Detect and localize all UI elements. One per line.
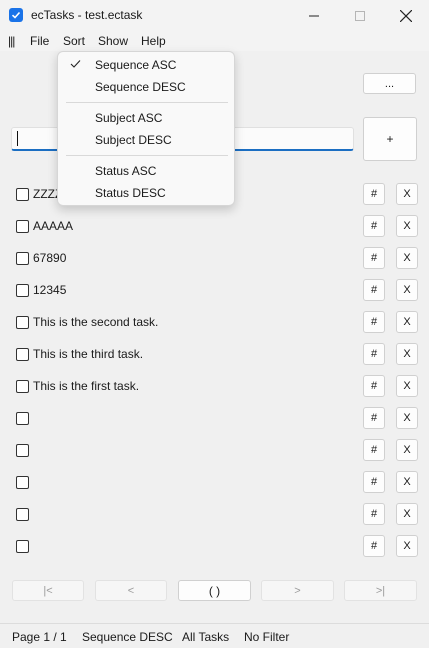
task-row: # X xyxy=(0,403,429,435)
task-number-button[interactable]: # xyxy=(363,215,385,237)
task-checkbox[interactable] xyxy=(16,316,29,329)
task-label[interactable]: AAAAA xyxy=(33,219,73,233)
title-bar: ecTasks - test.ectask xyxy=(0,0,429,31)
task-row: # X xyxy=(0,467,429,499)
menu-item-label: Sequence ASC xyxy=(95,58,177,72)
menu-item-label: Subject ASC xyxy=(95,111,163,125)
sort-menu: Sequence ASC Sequence DESC Subject ASC S… xyxy=(57,51,235,206)
menu-bar: ||| File Sort Show Help xyxy=(0,31,429,51)
task-delete-button[interactable]: X xyxy=(396,279,418,301)
next-page-button[interactable]: > xyxy=(261,580,334,601)
text-caret xyxy=(17,131,18,146)
sort-sequence-asc[interactable]: Sequence ASC xyxy=(58,54,236,76)
menu-item-label: Status DESC xyxy=(95,186,166,200)
task-row: # X xyxy=(0,499,429,531)
status-sort: Sequence DESC xyxy=(82,630,173,644)
sort-sequence-desc[interactable]: Sequence DESC xyxy=(58,76,236,98)
task-checkbox[interactable] xyxy=(16,476,29,489)
checkbox-app-icon xyxy=(9,8,23,22)
task-number-button[interactable]: # xyxy=(363,247,385,269)
task-label[interactable]: 12345 xyxy=(33,283,66,297)
menu-sort[interactable]: Sort xyxy=(63,34,85,48)
add-task-button[interactable]: + xyxy=(363,117,417,161)
task-row: 67890 # X xyxy=(0,243,429,275)
task-number-button[interactable]: # xyxy=(363,439,385,461)
status-page: Page 1 / 1 xyxy=(12,630,67,644)
first-page-button[interactable]: |< xyxy=(12,580,84,601)
task-checkbox[interactable] xyxy=(16,284,29,297)
menu-item-label: Sequence DESC xyxy=(95,80,186,94)
task-row: This is the second task. # X xyxy=(0,307,429,339)
task-checkbox[interactable] xyxy=(16,412,29,425)
checkmark-icon xyxy=(70,60,81,68)
status-show: All Tasks xyxy=(182,630,230,644)
menu-show[interactable]: Show xyxy=(98,34,128,48)
task-delete-button[interactable]: X xyxy=(396,247,418,269)
task-delete-button[interactable]: X xyxy=(396,471,418,493)
task-number-button[interactable]: # xyxy=(363,535,385,557)
more-button[interactable]: ... xyxy=(363,73,416,94)
sort-subject-asc[interactable]: Subject ASC xyxy=(58,107,236,129)
task-delete-button[interactable]: X xyxy=(396,439,418,461)
task-delete-button[interactable]: X xyxy=(396,535,418,557)
task-row: # X xyxy=(0,435,429,467)
maximize-button[interactable] xyxy=(337,0,383,31)
window-title: ecTasks - test.ectask xyxy=(31,8,143,22)
task-checkbox[interactable] xyxy=(16,508,29,521)
task-label[interactable]: This is the second task. xyxy=(33,315,158,329)
task-row: # X xyxy=(0,531,429,563)
status-filter: No Filter xyxy=(244,630,290,644)
menu-separator xyxy=(66,155,228,156)
current-page-button[interactable]: ( ) xyxy=(178,580,251,601)
minimize-button[interactable] xyxy=(291,0,337,31)
status-bar: Page 1 / 1 Sequence DESC All Tasks No Fi… xyxy=(0,623,429,648)
task-row: This is the first task. # X xyxy=(0,371,429,403)
task-number-button[interactable]: # xyxy=(363,375,385,397)
menu-help[interactable]: Help xyxy=(141,34,166,48)
task-number-button[interactable]: # xyxy=(363,183,385,205)
menu-item-label: Status ASC xyxy=(95,164,157,178)
task-row: This is the third task. # X xyxy=(0,339,429,371)
menu-grip-icon[interactable]: ||| xyxy=(8,34,15,48)
task-number-button[interactable]: # xyxy=(363,279,385,301)
task-number-button[interactable]: # xyxy=(363,407,385,429)
task-delete-button[interactable]: X xyxy=(396,311,418,333)
menu-file[interactable]: File xyxy=(30,34,49,48)
task-checkbox[interactable] xyxy=(16,252,29,265)
close-button[interactable] xyxy=(383,0,429,31)
task-label[interactable]: 67890 xyxy=(33,251,66,265)
sort-status-asc[interactable]: Status ASC xyxy=(58,160,236,182)
task-number-button[interactable]: # xyxy=(363,471,385,493)
maximize-icon xyxy=(355,10,365,21)
minimize-icon xyxy=(309,15,319,16)
task-label[interactable]: This is the third task. xyxy=(33,347,143,361)
close-icon xyxy=(400,9,412,22)
task-checkbox[interactable] xyxy=(16,540,29,553)
task-delete-button[interactable]: X xyxy=(396,375,418,397)
task-row: 12345 # X xyxy=(0,275,429,307)
task-delete-button[interactable]: X xyxy=(396,215,418,237)
task-number-button[interactable]: # xyxy=(363,311,385,333)
sort-subject-desc[interactable]: Subject DESC xyxy=(58,129,236,151)
task-delete-button[interactable]: X xyxy=(396,343,418,365)
task-delete-button[interactable]: X xyxy=(396,407,418,429)
task-row: AAAAA # X xyxy=(0,211,429,243)
task-number-button[interactable]: # xyxy=(363,503,385,525)
task-delete-button[interactable]: X xyxy=(396,183,418,205)
task-checkbox[interactable] xyxy=(16,380,29,393)
task-checkbox[interactable] xyxy=(16,188,29,201)
task-label[interactable]: This is the first task. xyxy=(33,379,139,393)
sort-status-desc[interactable]: Status DESC xyxy=(58,182,236,204)
menu-separator xyxy=(66,102,228,103)
task-delete-button[interactable]: X xyxy=(396,503,418,525)
task-checkbox[interactable] xyxy=(16,220,29,233)
prev-page-button[interactable]: < xyxy=(95,580,167,601)
task-checkbox[interactable] xyxy=(16,348,29,361)
task-number-button[interactable]: # xyxy=(363,343,385,365)
task-checkbox[interactable] xyxy=(16,444,29,457)
menu-item-label: Subject DESC xyxy=(95,133,172,147)
last-page-button[interactable]: >| xyxy=(344,580,417,601)
